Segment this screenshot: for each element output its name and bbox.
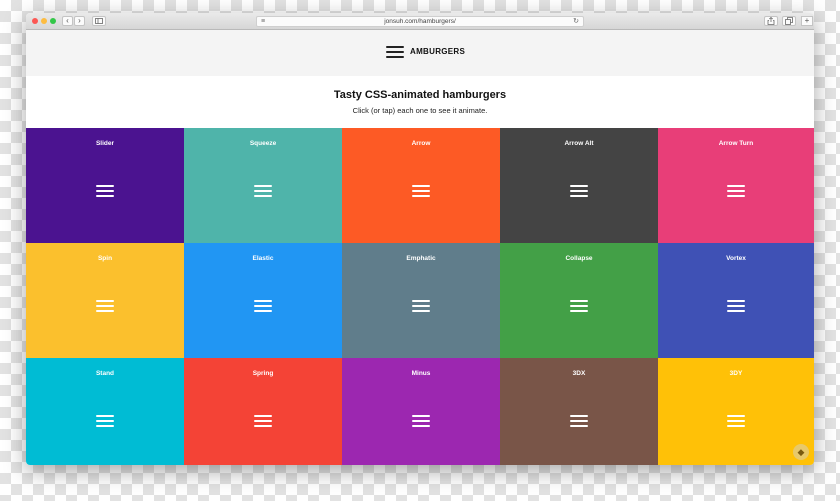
hamburger-tile[interactable]: Stand — [26, 358, 184, 465]
new-tab-button[interactable]: + — [801, 16, 813, 26]
hamburger-tile[interactable]: Emphatic — [342, 243, 500, 358]
hamburger-icon[interactable] — [727, 415, 745, 427]
extension-badge-icon[interactable]: ◆ — [793, 444, 809, 460]
tile-label: Spin — [97, 255, 113, 262]
back-button[interactable]: ‹ — [62, 16, 73, 26]
hamburger-icon[interactable] — [570, 185, 588, 197]
tile-label: Collapse — [565, 255, 593, 262]
hamburger-icon[interactable] — [412, 415, 430, 427]
hamburger-tile[interactable]: Arrow — [342, 128, 500, 243]
tabs-icon — [785, 17, 793, 25]
hamburger-icon[interactable] — [254, 415, 272, 427]
hamburger-icon[interactable] — [412, 185, 430, 197]
browser-window: ‹ › ≡ jonsuh.com/hamburgers/ ↻ + AMBURGE… — [26, 13, 814, 465]
tile-label: Arrow Alt — [564, 140, 594, 147]
hamburger-tile[interactable]: Minus — [342, 358, 500, 465]
hamburger-icon[interactable] — [254, 185, 272, 197]
hamburger-tile[interactable]: Vortex — [658, 243, 814, 358]
share-icon — [767, 16, 775, 25]
tile-label: Elastic — [252, 255, 274, 262]
hamburger-tile[interactable]: Spring — [184, 358, 342, 465]
hamburger-tile[interactable]: Elastic — [184, 243, 342, 358]
page-subtitle: Click (or tap) each one to see it animat… — [352, 106, 488, 115]
sidebar-toggle-button[interactable] — [92, 16, 106, 26]
tile-label: Emphatic — [406, 255, 436, 262]
address-bar[interactable]: ≡ jonsuh.com/hamburgers/ ↻ — [256, 16, 584, 27]
tabs-button[interactable] — [782, 16, 796, 26]
site-brand[interactable]: AMBURGERS — [410, 47, 465, 57]
reload-icon[interactable]: ↻ — [573, 17, 579, 26]
tile-label: Spring — [252, 370, 274, 377]
hamburger-icon[interactable] — [727, 300, 745, 312]
minimize-window-button[interactable] — [41, 18, 47, 24]
hamburger-tile[interactable]: 3DX — [500, 358, 658, 465]
intro-section: Tasty CSS-animated hamburgers Click (or … — [26, 76, 814, 128]
tile-label: 3DX — [572, 370, 586, 377]
page-title: Tasty CSS-animated hamburgers — [333, 89, 507, 101]
url-text: jonsuh.com/hamburgers/ — [384, 18, 456, 25]
zoom-window-button[interactable] — [50, 18, 56, 24]
hamburger-icon[interactable] — [96, 300, 114, 312]
share-button[interactable] — [764, 16, 778, 26]
browser-toolbar: ‹ › ≡ jonsuh.com/hamburgers/ ↻ + — [26, 13, 814, 30]
hamburger-tile[interactable]: Squeeze — [184, 128, 342, 243]
hamburger-icon[interactable] — [570, 300, 588, 312]
sidebar-icon — [95, 18, 103, 24]
hamburger-icon[interactable] — [96, 185, 114, 197]
hamburger-logo-icon — [386, 46, 404, 58]
tile-label: Arrow — [411, 140, 431, 147]
tile-label: Slider — [95, 140, 115, 147]
tile-label: Squeeze — [249, 140, 277, 147]
hamburger-icon[interactable] — [727, 185, 745, 197]
hamburger-icon[interactable] — [412, 300, 430, 312]
hamburger-tile[interactable]: Slider — [26, 128, 184, 243]
hamburger-icon[interactable] — [96, 415, 114, 427]
hamburger-tile[interactable]: Collapse — [500, 243, 658, 358]
hamburger-icon[interactable] — [570, 415, 588, 427]
hamburger-tile[interactable]: Arrow Alt — [500, 128, 658, 243]
tile-label: Vortex — [726, 255, 746, 262]
hamburger-tile[interactable]: Spin — [26, 243, 184, 358]
tile-label: Stand — [95, 370, 115, 377]
hamburger-tile[interactable]: 3DY — [658, 358, 814, 465]
close-window-button[interactable] — [32, 18, 38, 24]
tile-label: Arrow Turn — [718, 140, 754, 147]
site-header: AMBURGERS — [26, 30, 814, 76]
hamburger-icon[interactable] — [254, 300, 272, 312]
hamburger-tile[interactable]: Arrow Turn — [658, 128, 814, 243]
forward-button[interactable]: › — [74, 16, 85, 26]
tile-label: 3DY — [729, 370, 743, 377]
tile-label: Minus — [411, 370, 431, 377]
